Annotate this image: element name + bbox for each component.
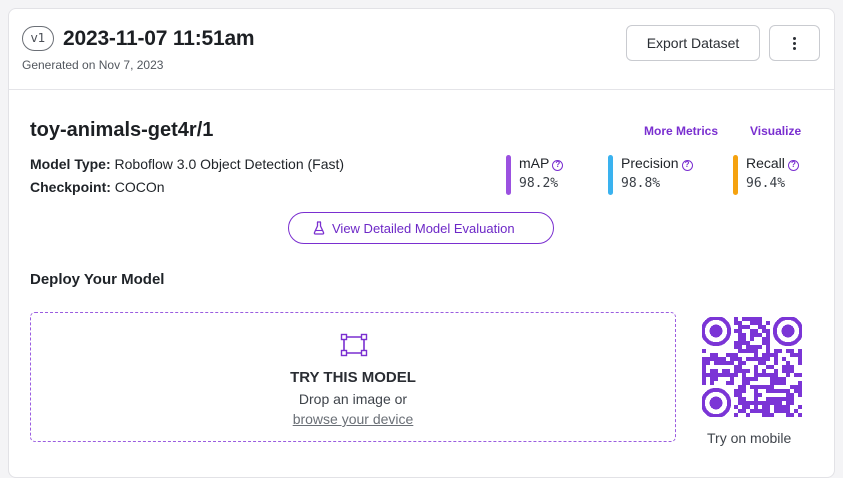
metric-label: mAP? (519, 155, 564, 171)
metric-value: 98.8% (621, 176, 661, 191)
deploy-title: Deploy Your Model (30, 271, 165, 288)
checkpoint-value: COCOn (114, 179, 165, 195)
help-icon[interactable]: ? (787, 160, 799, 171)
more-options-button[interactable] (769, 25, 820, 61)
help-icon[interactable]: ? (681, 160, 693, 171)
generated-date: Generated on Nov 7, 2023 (22, 58, 164, 72)
model-type-value: Roboflow 3.0 Object Detection (Fast) (114, 156, 345, 172)
view-model-evaluation-label: View Detailed Model Evaluation (332, 221, 515, 236)
image-dropzone[interactable]: TRY THIS MODEL Drop an image or browse y… (30, 312, 676, 442)
drop-image-text: Drop an image or (298, 391, 408, 407)
metric-value: 98.2% (519, 176, 559, 191)
version-title: 2023-11-07 11:51am (63, 27, 255, 50)
qr-code (702, 317, 802, 417)
export-dataset-button[interactable]: Export Dataset (626, 25, 760, 61)
try-model-title: TRY THIS MODEL (290, 369, 416, 386)
checkpoint: Checkpoint: COCOn (30, 179, 165, 195)
version-header: v1 2023-11-07 11:51am Generated on Nov 7… (9, 9, 834, 90)
metric-label: Precision? (621, 155, 693, 171)
metric-value: 96.4% (746, 176, 786, 191)
checkpoint-label: Checkpoint: (30, 179, 111, 195)
view-model-evaluation-button[interactable]: View Detailed Model Evaluation (288, 212, 554, 244)
browse-device-link[interactable]: browse your device (293, 411, 414, 427)
help-icon[interactable]: ? (552, 160, 564, 171)
model-type-label: Model Type: (30, 156, 111, 172)
model-version-card: v1 2023-11-07 11:51am Generated on Nov 7… (8, 8, 835, 478)
model-name: toy-animals-get4r/1 (30, 119, 214, 141)
browse-device-link-wrap: browse your device (31, 411, 675, 427)
more-metrics-link[interactable]: More Metrics (644, 124, 718, 138)
model-type: Model Type: Roboflow 3.0 Object Detectio… (30, 156, 344, 172)
metric-bar (608, 155, 613, 195)
version-badge: v1 (22, 26, 54, 51)
metric-bar (506, 155, 511, 195)
vertical-ellipsis-icon (793, 37, 797, 51)
metric-label: Recall? (746, 155, 799, 171)
metric-bar (733, 155, 738, 195)
visualize-link[interactable]: Visualize (750, 124, 801, 138)
bounding-box-icon (340, 333, 368, 357)
flask-icon (313, 221, 325, 235)
qr-caption: Try on mobile (707, 430, 792, 446)
